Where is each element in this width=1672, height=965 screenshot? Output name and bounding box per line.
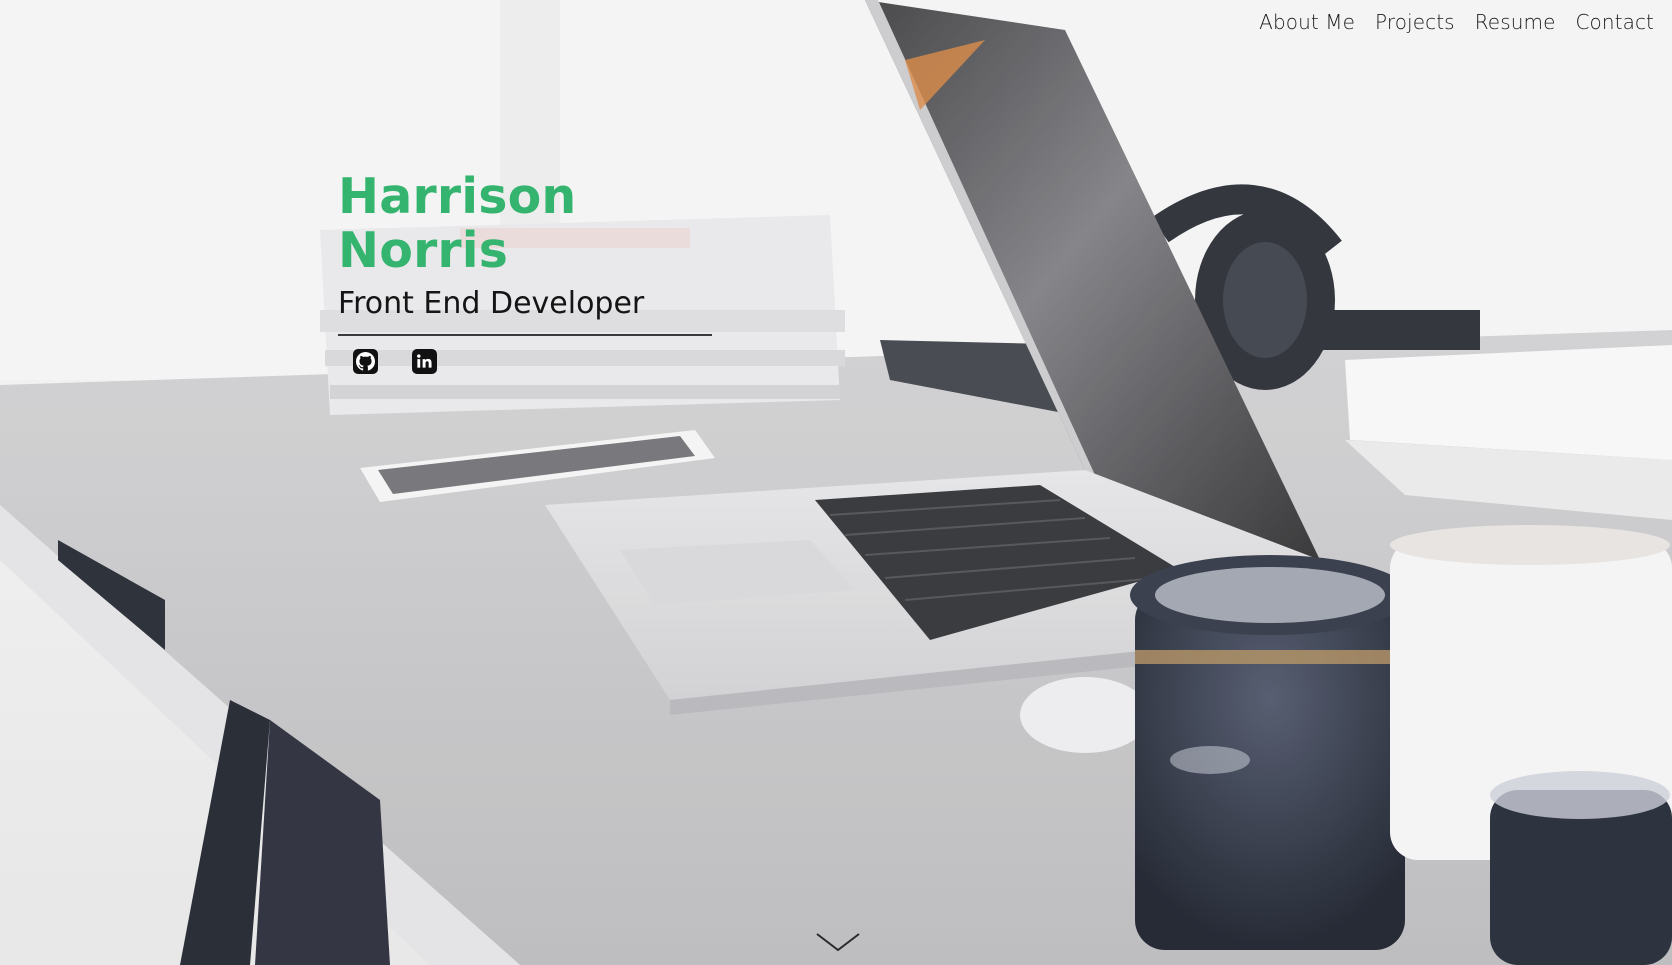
background-photo <box>0 0 1672 965</box>
chevron-down-icon[interactable] <box>815 932 861 954</box>
github-icon[interactable] <box>353 348 378 374</box>
linkedin-glyph <box>417 354 432 368</box>
hero-name: Harrison Norris <box>338 168 577 279</box>
nav-link-projects[interactable]: Projects <box>1375 10 1455 34</box>
top-nav: About Me Projects Resume Contact <box>1259 10 1654 34</box>
nav-link-contact[interactable]: Contact <box>1575 10 1654 34</box>
nav-link-resume[interactable]: Resume <box>1475 10 1556 34</box>
hero-section: About Me Projects Resume Contact Harriso… <box>0 0 1672 965</box>
hero-role: Front End Developer <box>338 286 712 336</box>
chevron-down-glyph <box>816 933 860 952</box>
social-links <box>338 348 712 374</box>
intro-block: Harrison Norris Front End Developer <box>338 170 712 374</box>
linkedin-icon[interactable] <box>412 348 437 374</box>
github-glyph <box>356 351 375 371</box>
nav-link-about-me[interactable]: About Me <box>1259 10 1355 34</box>
